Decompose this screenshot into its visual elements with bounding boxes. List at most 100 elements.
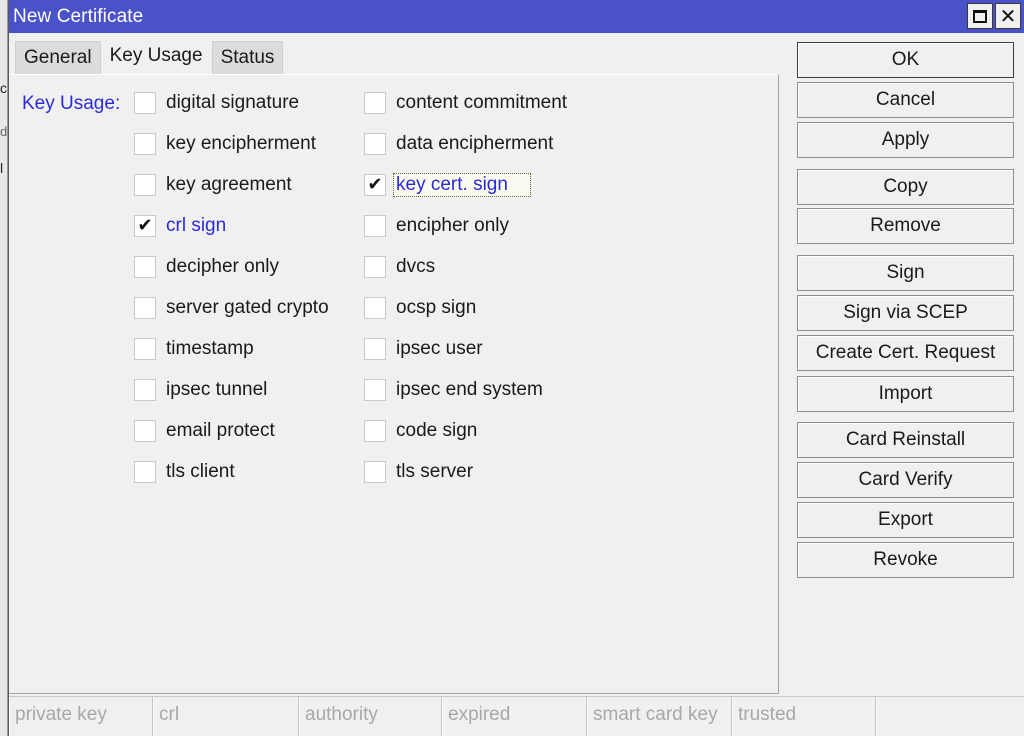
checkbox-box[interactable] <box>134 338 156 360</box>
background-text-fragment: c <box>0 80 7 96</box>
checkbox-box[interactable] <box>364 256 386 278</box>
background-window-edge: c d l <box>0 0 8 736</box>
checkbox-label: code sign <box>396 420 478 441</box>
revoke-button[interactable]: Revoke <box>797 542 1014 578</box>
checkbox-label: content commitment <box>396 92 568 113</box>
checkbox-label: dvcs <box>396 256 436 277</box>
ok-button[interactable]: OK <box>797 42 1014 78</box>
status-expired: expired <box>442 697 587 736</box>
maximize-icon <box>973 9 987 23</box>
checkbox-box[interactable] <box>134 379 156 401</box>
close-icon: ✕ <box>999 4 1017 28</box>
key-usage-label: Key Usage: <box>22 93 121 114</box>
checkbox-box[interactable] <box>134 256 156 278</box>
sign-via-scep-button[interactable]: Sign via SCEP <box>797 295 1014 331</box>
checkbox-box[interactable] <box>364 215 386 237</box>
status-private-key: private key <box>9 697 153 736</box>
checkbox-timestamp[interactable]: timestamp <box>134 335 256 363</box>
checkbox-label: data encipherment <box>396 133 554 154</box>
checkbox-label: key encipherment <box>166 133 316 154</box>
checkbox-box[interactable] <box>364 92 386 114</box>
checkbox-box[interactable] <box>364 379 386 401</box>
checkbox-code-sign[interactable]: code sign <box>364 417 479 445</box>
sign-button[interactable]: Sign <box>797 255 1014 291</box>
checkbox-label: crl sign <box>166 215 227 236</box>
checkbox-label: email protect <box>166 420 275 441</box>
checkbox-box[interactable] <box>364 420 386 442</box>
new-certificate-window: New Certificate ✕ General Key Usage Stat… <box>8 0 1024 736</box>
checkbox-box[interactable] <box>364 461 386 483</box>
tab-label: Key Usage <box>109 44 203 66</box>
checkbox-tls-server[interactable]: tls server <box>364 458 475 486</box>
checkbox-ipsec-end-system[interactable]: ipsec end system <box>364 376 545 404</box>
tab-bar: General Key Usage Status <box>15 40 284 74</box>
status-smart-card-key: smart card key <box>587 697 732 736</box>
background-text-fragment: l <box>0 160 4 176</box>
checkbox-label: tls client <box>166 461 235 482</box>
checkbox-server-gated-crypto[interactable]: server gated crypto <box>134 294 331 322</box>
checkbox-label: encipher only <box>396 215 510 236</box>
tab-label: Status <box>220 47 275 68</box>
card-verify-button[interactable]: Card Verify <box>797 462 1014 498</box>
checkbox-ocsp-sign[interactable]: ocsp sign <box>364 294 478 322</box>
cancel-button[interactable]: Cancel <box>797 82 1014 118</box>
checkbox-content-commitment[interactable]: content commitment <box>364 89 569 117</box>
checkmark-icon[interactable]: ✔ <box>364 174 386 196</box>
checkbox-label: digital signature <box>166 92 300 113</box>
tab-key-usage[interactable]: Key Usage <box>100 40 212 74</box>
copy-button[interactable]: Copy <box>797 169 1014 205</box>
maximize-button[interactable] <box>967 3 993 29</box>
checkbox-key-cert-sign[interactable]: ✔ key cert. sign <box>364 171 531 199</box>
checkbox-label: decipher only <box>166 256 280 277</box>
checkbox-encipher-only[interactable]: encipher only <box>364 212 511 240</box>
checkbox-dvcs[interactable]: dvcs <box>364 253 437 281</box>
create-cert-request-button[interactable]: Create Cert. Request <box>797 335 1014 371</box>
card-reinstall-button[interactable]: Card Reinstall <box>797 422 1014 458</box>
apply-button[interactable]: Apply <box>797 122 1014 158</box>
background-text-fragment: d <box>0 124 8 139</box>
checkmark-icon[interactable]: ✔ <box>134 215 156 237</box>
checkbox-key-encipherment[interactable]: key encipherment <box>134 130 318 158</box>
tab-label: General <box>24 47 92 68</box>
close-button[interactable]: ✕ <box>995 3 1021 29</box>
checkbox-box[interactable] <box>134 461 156 483</box>
checkbox-label: timestamp <box>166 338 254 359</box>
status-crl: crl <box>153 697 299 736</box>
checkbox-label: tls server <box>396 461 474 482</box>
checkbox-label: ipsec user <box>396 338 483 359</box>
status-bar: private key crl authority expired smart … <box>9 696 1024 736</box>
checkbox-tls-client[interactable]: tls client <box>134 458 237 486</box>
checkbox-box[interactable] <box>364 338 386 360</box>
checkbox-ipsec-user[interactable]: ipsec user <box>364 335 485 363</box>
checkbox-ipsec-tunnel[interactable]: ipsec tunnel <box>134 376 269 404</box>
checkbox-box[interactable] <box>134 133 156 155</box>
import-button[interactable]: Import <box>797 376 1014 412</box>
tab-general[interactable]: General <box>15 41 101 74</box>
checkbox-digital-signature[interactable]: digital signature <box>134 89 301 117</box>
checkbox-label: ipsec end system <box>396 379 543 400</box>
checkbox-box[interactable] <box>134 420 156 442</box>
checkbox-box[interactable] <box>134 297 156 319</box>
checkbox-label: server gated crypto <box>166 297 329 318</box>
checkbox-data-encipherment[interactable]: data encipherment <box>364 130 555 158</box>
checkbox-email-protect[interactable]: email protect <box>134 417 277 445</box>
checkbox-box[interactable] <box>364 297 386 319</box>
remove-button[interactable]: Remove <box>797 208 1014 244</box>
status-trusted: trusted <box>732 697 876 736</box>
checkbox-decipher-only[interactable]: decipher only <box>134 253 281 281</box>
export-button[interactable]: Export <box>797 502 1014 538</box>
status-authority: authority <box>299 697 442 736</box>
title-bar[interactable]: New Certificate ✕ <box>9 0 1024 33</box>
checkbox-box[interactable] <box>134 92 156 114</box>
tab-status[interactable]: Status <box>211 41 284 74</box>
window-title: New Certificate <box>13 5 144 27</box>
checkbox-key-agreement[interactable]: key agreement <box>134 171 294 199</box>
checkbox-label: ipsec tunnel <box>166 379 268 400</box>
checkbox-box[interactable] <box>364 133 386 155</box>
checkbox-label: key agreement <box>166 174 292 195</box>
status-empty <box>876 697 1024 736</box>
checkbox-label: ocsp sign <box>396 297 477 318</box>
checkbox-label: key cert. sign <box>393 173 531 197</box>
checkbox-crl-sign[interactable]: ✔ crl sign <box>134 212 228 240</box>
checkbox-box[interactable] <box>134 174 156 196</box>
